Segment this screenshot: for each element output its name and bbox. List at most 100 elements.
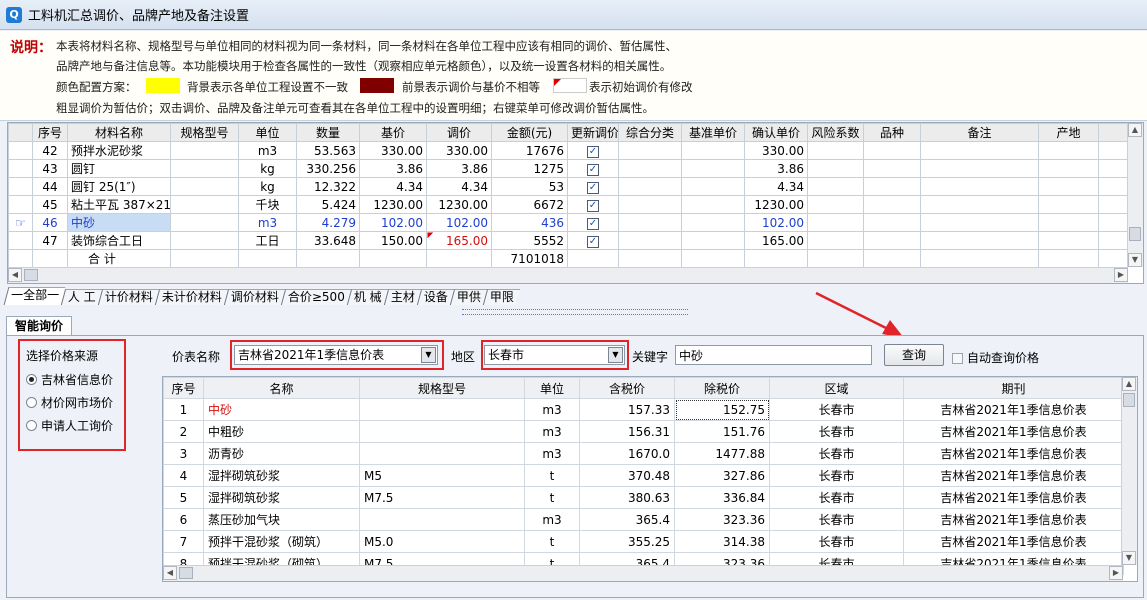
cell-unit[interactable]: 千块 — [238, 195, 297, 214]
price-cell-no[interactable]: 4 — [163, 464, 204, 487]
price-col-header[interactable]: 规格型号 — [359, 377, 525, 399]
cell-remark[interactable] — [920, 177, 1039, 196]
cell-remark[interactable] — [920, 141, 1039, 160]
cell-qty[interactable]: 5.424 — [296, 195, 360, 214]
upper-col-header[interactable]: 数量 — [296, 123, 360, 142]
price-cell-period[interactable]: 吉林省2021年1季信息价表 — [903, 486, 1124, 509]
scroll-right-arrow-icon[interactable]: ▶ — [1109, 566, 1123, 580]
cell-remark[interactable] — [920, 195, 1039, 214]
cell-name[interactable]: 粘土平瓦 387×218 — [67, 195, 171, 214]
cell-confirm[interactable]: 3.86 — [744, 159, 808, 178]
price-row[interactable]: 6 蒸压砂加气块 m3 365.4 323.36 长春市 吉林省2021年1季信息价表 — [163, 508, 1124, 531]
cell-spec[interactable] — [170, 141, 239, 160]
cell-qty[interactable]: 12.322 — [296, 177, 360, 196]
price-cell-no[interactable]: 3 — [163, 442, 204, 465]
lower-hscroll-thumb[interactable] — [179, 567, 193, 579]
price-col-header[interactable]: 区域 — [769, 377, 904, 399]
price-result-grid[interactable]: 序号 名称 规格型号 单位 含税价 除税价 区域 期刊 1 中砂 m3 157.33 152.75 长春… — [162, 376, 1138, 582]
lower-horizontal-scrollbar[interactable]: ◀ ▶ — [163, 565, 1123, 581]
price-cell-tax[interactable]: 355.25 — [579, 530, 675, 553]
cell-spec[interactable] — [170, 195, 239, 214]
scroll-left-arrow-icon[interactable]: ◀ — [8, 268, 22, 282]
price-cell-no[interactable]: 2 — [163, 420, 204, 443]
panel-splitter[interactable] — [462, 309, 688, 315]
cell-upd[interactable]: ✓ — [567, 177, 619, 196]
price-cell-notax[interactable]: 151.76 — [674, 420, 770, 443]
cell-origin[interactable] — [1038, 177, 1099, 196]
radio-unselected-icon[interactable] — [26, 397, 37, 408]
cell-qty[interactable]: 53.563 — [296, 141, 360, 160]
price-cell-period[interactable]: 吉林省2021年1季信息价表 — [903, 508, 1124, 531]
price-cell-no[interactable]: 1 — [163, 398, 204, 421]
material-row[interactable]: 44 圆钉 25(1″) kg 12.322 4.34 4.34 53 ✓ 4.34 — [8, 177, 1128, 196]
cell-risk[interactable] — [807, 177, 864, 196]
price-cell-name[interactable]: 预拌干混砂浆（砌筑） — [203, 530, 360, 553]
price-cell-tax[interactable]: 157.33 — [579, 398, 675, 421]
radio-unselected-icon[interactable] — [26, 420, 37, 431]
cell-upd[interactable]: ✓ — [567, 141, 619, 160]
price-cell-name[interactable]: 中砂 — [203, 398, 360, 421]
region-select[interactable]: 长春市 ▼ — [484, 345, 625, 365]
tab-category-0[interactable]: 一全部一 — [3, 287, 66, 305]
cell-cls[interactable] — [618, 177, 682, 196]
price-col-header[interactable]: 序号 — [163, 377, 204, 399]
cell-remark[interactable] — [920, 159, 1039, 178]
scroll-down-arrow-icon[interactable]: ▼ — [1122, 551, 1136, 565]
price-row[interactable]: 4 湿拌砌筑砂浆 M5 t 370.48 327.86 长春市 吉林省2021年1季信息价表 — [163, 464, 1124, 487]
auto-query-checkbox[interactable]: 自动查询价格 — [952, 349, 1039, 366]
upper-col-header[interactable]: 更新调价 — [567, 123, 619, 142]
price-cell-no[interactable]: 5 — [163, 486, 204, 509]
cell-confirm[interactable]: 102.00 — [744, 213, 808, 232]
cell-upd[interactable]: ✓ — [567, 231, 619, 250]
dropdown-arrow-icon[interactable]: ▼ — [608, 347, 623, 363]
price-cell-notax[interactable]: 152.75 — [674, 398, 770, 421]
radio-selected-icon[interactable] — [26, 374, 37, 385]
price-cell-area[interactable]: 长春市 — [769, 486, 904, 509]
cell-unit[interactable]: kg — [238, 177, 297, 196]
cell-variety[interactable] — [863, 141, 921, 160]
price-cell-spec[interactable] — [359, 398, 525, 421]
price-cell-unit[interactable]: t — [524, 530, 580, 553]
upper-col-header[interactable]: 规格型号 — [170, 123, 239, 142]
keyword-input[interactable] — [675, 345, 872, 365]
price-cell-area[interactable]: 长春市 — [769, 508, 904, 531]
cell-no[interactable]: 45 — [32, 195, 68, 214]
cell-base[interactable]: 102.00 — [359, 213, 427, 232]
tab-category-3[interactable]: 未计价材料 — [154, 289, 229, 305]
price-cell-period[interactable]: 吉林省2021年1季信息价表 — [903, 442, 1124, 465]
cell-confirm[interactable]: 330.00 — [744, 141, 808, 160]
price-cell-period[interactable]: 吉林省2021年1季信息价表 — [903, 464, 1124, 487]
upper-col-header[interactable]: 材料名称 — [67, 123, 171, 142]
checkbox-checked-icon[interactable]: ✓ — [587, 236, 599, 248]
cell-confirm[interactable]: 165.00 — [744, 231, 808, 250]
price-cell-unit[interactable]: m3 — [524, 442, 580, 465]
cell-upd[interactable]: ✓ — [567, 159, 619, 178]
tab-category-5[interactable]: 合价≥500 — [280, 289, 352, 305]
cell-base[interactable]: 3.86 — [359, 159, 427, 178]
cell-cls[interactable] — [618, 213, 682, 232]
cell-adj[interactable]: 330.00 — [426, 141, 492, 160]
cell-adj[interactable]: 1230.00 — [426, 195, 492, 214]
price-cell-period[interactable]: 吉林省2021年1季信息价表 — [903, 398, 1124, 421]
lower-vertical-scrollbar[interactable]: ▲ ▼ — [1121, 377, 1137, 565]
price-cell-unit[interactable]: t — [524, 464, 580, 487]
cell-name[interactable]: 预拌水泥砂浆 — [67, 141, 171, 160]
tab-category-1[interactable]: 人 工 — [60, 289, 102, 305]
cell-variety[interactable] — [863, 231, 921, 250]
cell-remark[interactable] — [920, 213, 1039, 232]
price-cell-period[interactable]: 吉林省2021年1季信息价表 — [903, 420, 1124, 443]
radio-source-manual-inquiry[interactable]: 申请人工询价 — [26, 417, 113, 434]
cell-unit[interactable]: 工日 — [238, 231, 297, 250]
cell-upd[interactable]: ✓ — [567, 195, 619, 214]
material-row[interactable]: 42 预拌水泥砂浆 m3 53.563 330.00 330.00 17676 ✓ 330.00 — [8, 141, 1128, 160]
cell-origin[interactable] — [1038, 213, 1099, 232]
cell-amount[interactable]: 1275 — [491, 159, 568, 178]
price-cell-tax[interactable]: 370.48 — [579, 464, 675, 487]
cell-no[interactable]: 44 — [32, 177, 68, 196]
tab-smart-inquiry[interactable]: 智能询价 — [6, 316, 72, 336]
upper-hscroll-thumb[interactable] — [24, 269, 38, 281]
price-row[interactable]: 5 湿拌砌筑砂浆 M7.5 t 380.63 336.84 长春市 吉林省2021年1季信息价… — [163, 486, 1124, 509]
price-cell-area[interactable]: 长春市 — [769, 464, 904, 487]
material-row[interactable]: ☞ 46 中砂 m3 4.279 102.00 102.00 436 ✓ 102.00 — [8, 213, 1128, 232]
price-cell-no[interactable]: 6 — [163, 508, 204, 531]
